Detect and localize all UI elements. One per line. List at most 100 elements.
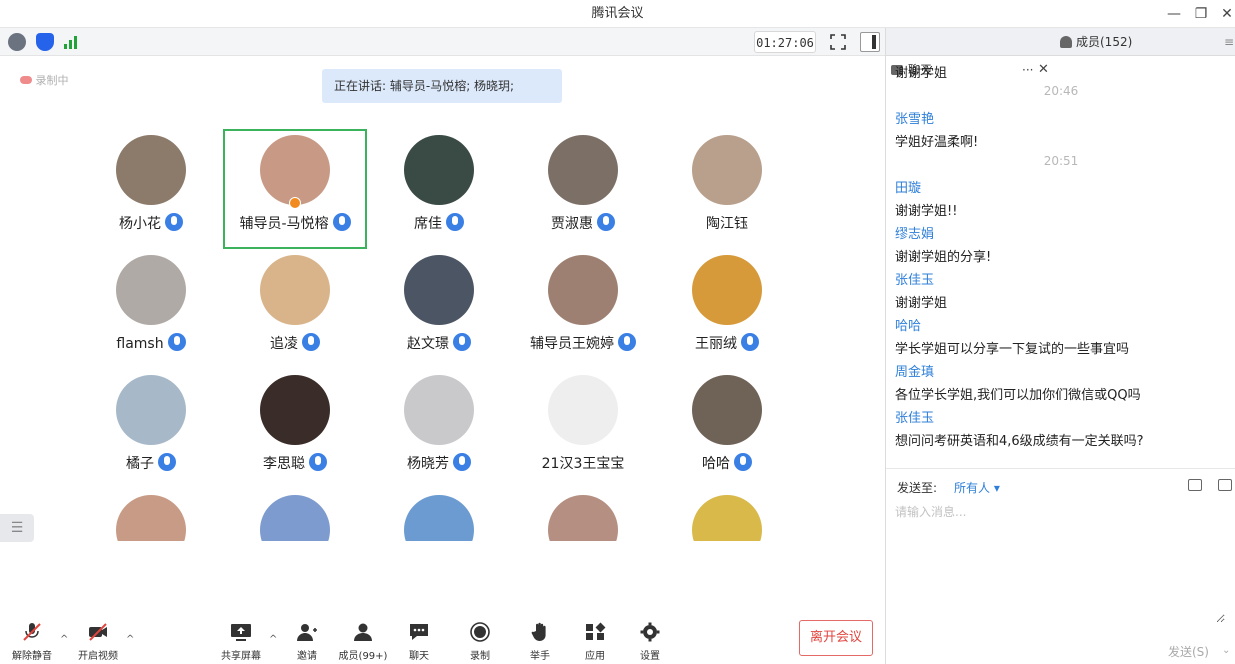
minimize-icon[interactable]: — [1163,4,1185,24]
participant-tile[interactable]: 王丽绒 [655,249,799,369]
avatar [404,495,474,541]
participant-name: 辅导员王婉婷 [511,333,655,353]
leave-meeting-button[interactable]: 离开会议 [799,620,873,656]
record-label: 录制 [470,651,490,662]
avatar [692,135,762,205]
shield-icon[interactable] [36,33,54,51]
record-icon [470,622,490,642]
participant-tile[interactable]: 辅导员-马悦榕 [223,129,367,249]
unmute-label: 解除静音 [12,651,52,662]
message-text: 学姐好温柔啊! [895,135,979,150]
participant-tile[interactable]: 李思聪 [223,369,367,489]
apps-label: 应用 [585,651,605,662]
participant-tile[interactable]: 杨晓芳 [367,369,511,489]
message-sender[interactable]: 缪志娟 [895,223,934,242]
signal-icon[interactable] [62,33,80,51]
participant-tile[interactable] [223,489,367,541]
participant-name: 橘子 [79,453,223,473]
mic-icon [453,333,471,351]
screenshot-icon[interactable] [1218,479,1232,491]
send-to-label: 发送至: [897,481,938,495]
participant-tile[interactable]: 21汉3王宝宝 [511,369,655,489]
unmute-button[interactable]: 解除静音 [4,622,60,662]
avatar [692,255,762,325]
tab-members-label: 成员(152) [1076,35,1133,49]
record-button[interactable]: 录制 [452,622,508,662]
raise-hand-label: 举手 [530,651,550,662]
participant-name-text: 橘子 [126,456,154,472]
chat-button[interactable]: 聊天 [391,622,447,662]
file-icon[interactable] [1188,479,1202,491]
tab-members[interactable]: 成员(152) [1058,28,1208,56]
message-sender[interactable]: 周金瑱 [895,361,934,380]
message-sender[interactable]: 张佳玉 [895,407,934,426]
participant-name-text: 哈哈 [702,456,730,472]
apps-button[interactable]: 应用 [567,622,623,662]
participant-name-text: 贾淑惠 [551,216,593,232]
participant-tile[interactable]: 橘子 [79,369,223,489]
recording-label: 录制中 [35,74,69,87]
members-icon [354,623,372,641]
message-sender[interactable]: 张佳玉 [895,269,934,288]
mic-icon [167,333,186,351]
info-icon[interactable] [8,33,26,51]
participant-tile[interactable]: 席佳 [367,129,511,249]
layout-toggle-icon[interactable] [860,32,880,52]
maximize-icon[interactable]: ❐ [1190,4,1212,24]
participant-tile[interactable]: 陶江钰 [655,129,799,249]
message-text: 学长学姐可以分享一下复试的一些事宜吗 [895,342,1130,357]
raise-hand-button[interactable]: 举手 [512,622,568,662]
share-screen-button[interactable]: 共享屏幕 [213,622,269,662]
participant-tile[interactable]: 追凌 [223,249,367,369]
avatar [116,375,186,445]
members-button[interactable]: 成员(99+) [335,622,391,662]
participant-name: 王丽绒 [655,333,799,353]
message-text: 谢谢学姐的分享! [895,250,992,265]
share-options-caret[interactable]: ^ [269,634,277,645]
mic-icon [741,333,759,351]
send-options-caret[interactable]: ⌄ [1222,645,1230,656]
start-video-button[interactable]: 开启视频 [70,622,126,662]
message-sender[interactable]: 张雪艳 [895,108,934,127]
close-window-icon[interactable]: ✕ [1216,4,1235,24]
side-list-toggle[interactable]: ☰ [0,514,34,542]
participant-name: 陶江钰 [655,213,799,233]
send-button[interactable]: 发送(S) [1168,643,1209,660]
participant-tile[interactable]: 杨小花 [79,129,223,249]
panel-menu-icon[interactable]: ≡ [1224,28,1234,56]
message-input[interactable] [895,503,1225,623]
avatar [116,255,186,325]
participant-tile[interactable] [79,489,223,541]
avatar [548,375,618,445]
members-label: 成员(99+) [338,651,388,662]
participant-name: 哈哈 [655,453,799,473]
participant-name-text: 辅导员-马悦榕 [239,216,329,232]
participant-name: 赵文璟 [367,333,511,353]
mic-icon [158,453,176,471]
participant-tile[interactable] [511,489,655,541]
participant-tile[interactable]: 辅导员王婉婷 [511,249,655,369]
participant-tile[interactable]: 赵文璟 [367,249,511,369]
message-timestamp: 20:51 [1043,154,1079,168]
video-options-caret[interactable]: ^ [126,634,134,645]
participant-tile[interactable] [367,489,511,541]
invite-button[interactable]: 邀请 [279,622,335,662]
participant-name: 追凌 [223,333,367,353]
participant-name: 席佳 [367,213,511,233]
settings-button[interactable]: 设置 [622,622,678,662]
cloud-record-icon [20,76,32,84]
audio-options-caret[interactable]: ^ [60,634,68,645]
mic-icon [332,213,351,231]
chat-message-list[interactable]: 谢谢学姐 20:46 张雪艳 学姐好温柔啊! 20:51 田璇 谢谢学姐!! 缪志娟 谢谢学姐的… [886,56,1235,496]
participant-tile[interactable]: 贾淑惠 [511,129,655,249]
participant-name-text: 席佳 [414,216,442,232]
message-sender[interactable]: 哈哈 [895,315,921,334]
participant-tile[interactable]: 哈哈 [655,369,799,489]
participant-tile[interactable]: flamsh [79,249,223,369]
participant-tile[interactable] [655,489,799,541]
fullscreen-icon[interactable] [828,32,848,52]
message-sender[interactable]: 田璇 [895,177,921,196]
send-to-select[interactable]: 所有人 ▾ [954,479,1000,496]
participant-name-text: 辅导员王婉婷 [530,336,614,352]
speaking-banner: 正在讲话: 辅导员-马悦榕; 杨晓玥; [322,69,562,103]
